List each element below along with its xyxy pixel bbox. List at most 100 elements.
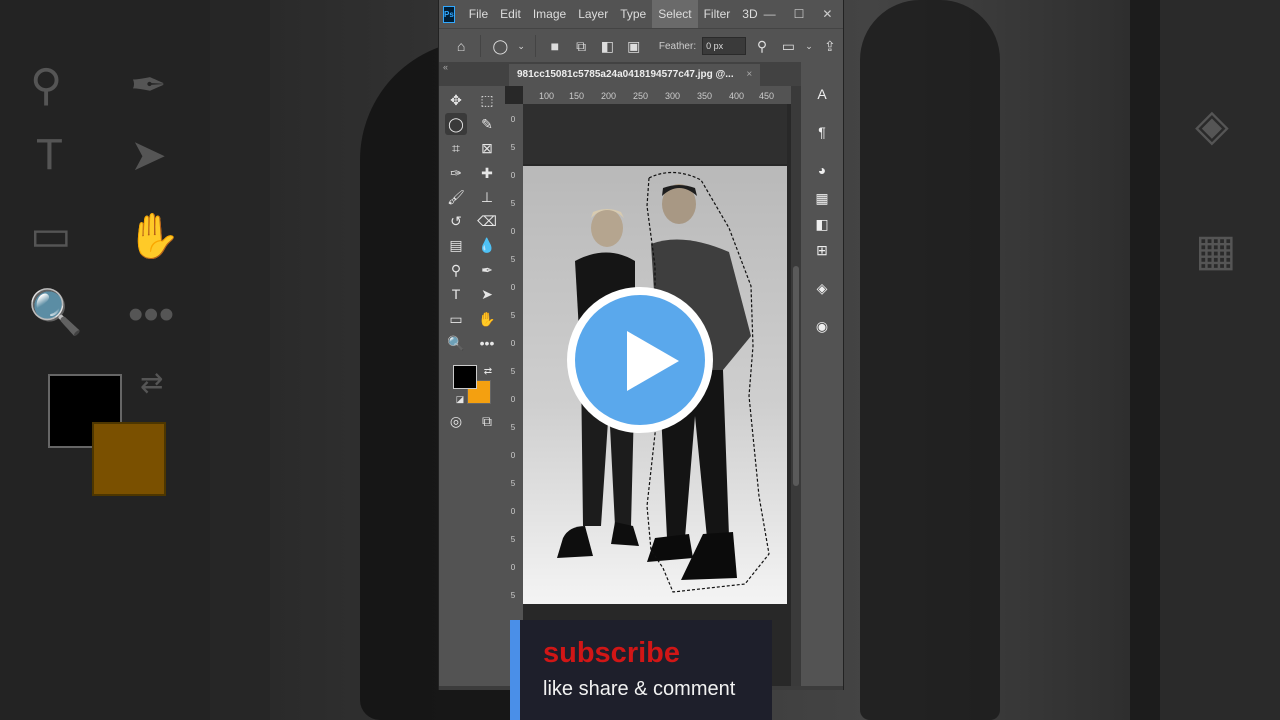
type-icon[interactable]: T — [445, 283, 467, 305]
menu-filter[interactable]: Filter — [698, 0, 737, 28]
ruler-label: 0 — [510, 451, 516, 460]
menu-select[interactable]: Select — [652, 0, 698, 28]
ruler-label: 200 — [601, 91, 617, 101]
subscribe-text: like share & comment — [543, 678, 736, 700]
ruler-label: 300 — [665, 91, 681, 101]
document-tab[interactable]: 981cc15081c5785a24a0418194577c47.jpg @..… — [509, 64, 761, 86]
bg-bg-swatch — [92, 422, 166, 496]
ruler-label: 5 — [510, 423, 516, 432]
search-icon[interactable]: ⚲ — [752, 35, 772, 57]
bg-arrow-icon: ➤ — [130, 131, 167, 180]
character-icon[interactable]: A — [812, 84, 832, 104]
frame-icon[interactable]: ⊠ — [476, 137, 498, 159]
ruler-label: 0 — [510, 339, 516, 348]
pen-icon[interactable]: ✒ — [476, 259, 498, 281]
lasso-preset-icon[interactable]: ◯ — [490, 35, 510, 57]
intersect-selection-icon[interactable]: ▣ — [624, 35, 644, 57]
gradient-icon[interactable]: ▤ — [445, 234, 467, 256]
maximize-button[interactable]: ☐ — [794, 7, 805, 21]
ruler-label: 5 — [510, 255, 516, 264]
ruler-label: 5 — [510, 311, 516, 320]
foreground-color-swatch[interactable] — [453, 365, 477, 389]
subscribe-card[interactable]: subscribe like share & comment — [510, 620, 772, 720]
ruler-label: 5 — [510, 591, 516, 600]
bg-zoom-icon: 🔍 — [28, 288, 83, 337]
bg-ruler-strip — [210, 0, 270, 720]
eyedropper-icon[interactable]: ✑ — [445, 162, 467, 184]
properties-icon[interactable]: ◉ — [812, 316, 832, 336]
bg-layers-icon: ◈ — [1195, 101, 1229, 150]
gradients-icon[interactable]: ◧ — [812, 214, 832, 234]
share-icon[interactable]: ⇪ — [820, 35, 840, 57]
brush-icon[interactable]: 🖌 — [445, 186, 467, 208]
add-selection-icon[interactable]: ⧉ — [571, 35, 591, 57]
rectangle-icon[interactable]: ▭ — [445, 308, 467, 330]
panels-dock: A ¶ ◕ ▦ ◧ ⊞ ◈ ◉ — [801, 62, 843, 686]
chevron-down-icon[interactable]: ⌄ — [804, 35, 813, 57]
stamp-icon[interactable]: ⊥ — [476, 186, 498, 208]
swatches-icon[interactable]: ▦ — [812, 188, 832, 208]
more-icon[interactable]: ••• — [476, 332, 498, 354]
blur-icon[interactable]: 💧 — [476, 234, 498, 256]
ruler-label: 0 — [510, 563, 516, 572]
ruler-label: 0 — [510, 171, 516, 180]
history-brush-icon[interactable]: ↺ — [445, 210, 467, 232]
menu-edit[interactable]: Edit — [494, 0, 527, 28]
close-tab-icon[interactable]: × — [746, 69, 752, 80]
scrollbar-thumb[interactable] — [793, 266, 799, 486]
bg-figure-right — [860, 0, 1000, 720]
menu-layer[interactable]: Layer — [572, 0, 614, 28]
ruler-label: 0 — [510, 395, 516, 404]
dodge-icon[interactable]: ⚲ — [445, 259, 467, 281]
menu-file[interactable]: File — [463, 0, 494, 28]
person-left-head — [591, 209, 623, 247]
ruler-label: 5 — [510, 479, 516, 488]
close-button[interactable]: ✕ — [822, 7, 832, 21]
ruler-label: 450 — [759, 91, 775, 101]
patterns-icon[interactable]: ⊞ — [812, 240, 832, 260]
crop-icon[interactable]: ⌗ — [445, 137, 467, 159]
play-icon — [627, 331, 679, 391]
healing-icon[interactable]: ✚ — [476, 162, 498, 184]
options-separator — [480, 35, 482, 57]
person-right-boot — [647, 534, 693, 562]
swap-colors-icon[interactable]: ⇄ — [477, 360, 499, 382]
new-selection-icon[interactable]: ■ — [545, 35, 565, 57]
bg-swap-icon: ⇄ — [140, 367, 164, 398]
ruler-label: 5 — [510, 367, 516, 376]
eraser-icon[interactable]: ⌫ — [476, 210, 498, 232]
top-ruler: 100 150 200 250 300 350 400 450 — [523, 86, 791, 104]
chevron-down-icon[interactable]: ⌄ — [517, 35, 526, 57]
path-select-icon[interactable]: ➤ — [476, 283, 498, 305]
bg-type-icon: T — [36, 130, 63, 179]
play-button[interactable] — [567, 287, 713, 433]
subtract-selection-icon[interactable]: ◧ — [597, 35, 617, 57]
feather-input[interactable]: 0 px — [702, 37, 746, 55]
default-colors-icon[interactable]: ◪ — [449, 388, 471, 410]
move-icon[interactable]: ✥ — [445, 89, 467, 111]
color-icon[interactable]: ◕ — [812, 160, 832, 180]
layers-icon[interactable]: ◈ — [812, 278, 832, 298]
document-tab-bar: « 981cc15081c5785a24a0418194577c47.jpg @… — [439, 62, 843, 86]
screen-mode-icon[interactable]: ⧉ — [476, 410, 498, 432]
lasso-icon[interactable]: ◯ — [445, 113, 467, 135]
person-left-shoe — [557, 526, 593, 558]
ruler-label: 0 — [510, 283, 516, 292]
quick-mask-icon[interactable]: ◎ — [445, 410, 467, 432]
minimize-button[interactable]: — — [764, 7, 776, 21]
zoom-icon[interactable]: 🔍 — [445, 332, 467, 354]
home-icon[interactable]: ⌂ — [451, 35, 471, 57]
hand-icon[interactable]: ✋ — [476, 308, 498, 330]
subscribe-accent-bar — [510, 620, 520, 720]
quick-select-icon[interactable]: ✎ — [476, 113, 498, 135]
workspace-icon[interactable]: ▭ — [778, 35, 798, 57]
menu-image[interactable]: Image — [527, 0, 572, 28]
collapse-left-icon[interactable]: « — [443, 62, 448, 72]
paragraph-icon[interactable]: ¶ — [812, 122, 832, 142]
vertical-scrollbar[interactable] — [791, 86, 801, 686]
marquee-icon[interactable]: ⬚ — [476, 89, 498, 111]
menu-3d[interactable]: 3D — [736, 0, 763, 28]
ruler-label: 350 — [697, 91, 713, 101]
menu-type[interactable]: Type — [614, 0, 652, 28]
bg-rect-icon: ▭ — [30, 211, 72, 260]
